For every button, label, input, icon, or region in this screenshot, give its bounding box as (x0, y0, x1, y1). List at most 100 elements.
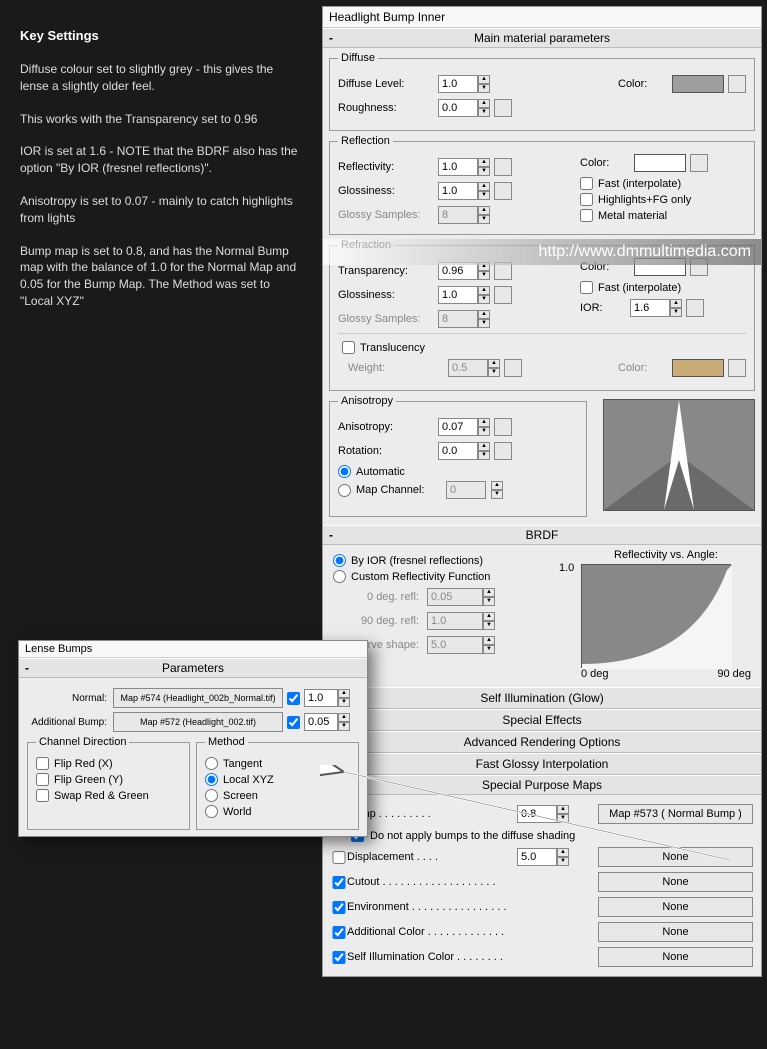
spin-down-icon[interactable]: ▼ (478, 215, 490, 224)
spin-up-icon[interactable]: ▲ (478, 262, 490, 271)
displacement-input[interactable] (517, 848, 557, 866)
method-screen-radio[interactable]: Screen (205, 789, 350, 802)
flip-red-check[interactable]: Flip Red (X) (36, 757, 181, 770)
spin-up-icon[interactable]: ▲ (488, 359, 500, 368)
transparency-input[interactable] (438, 262, 478, 280)
refl-gloss-spinner[interactable]: ▲▼ (438, 182, 490, 200)
radio-icon[interactable] (333, 554, 346, 567)
rollout-fast-glossy[interactable]: Fast Glossy Interpolation (323, 753, 761, 775)
rollout-special-purpose-maps[interactable]: - Special Purpose Maps (323, 775, 761, 795)
diffuse-level-input[interactable] (438, 75, 478, 93)
refl-color-map-btn[interactable] (690, 154, 708, 172)
refl-samples-input[interactable] (438, 206, 478, 224)
environment-map-button[interactable]: None (598, 897, 753, 917)
spin-up-icon[interactable]: ▲ (491, 481, 503, 490)
rotation-map-btn[interactable] (494, 442, 512, 460)
radio-icon[interactable] (205, 757, 218, 770)
spin-down-icon[interactable]: ▼ (478, 427, 490, 436)
spin-up-icon[interactable]: ▲ (338, 713, 350, 722)
spin-up-icon[interactable]: ▲ (478, 310, 490, 319)
refl-samples-spinner[interactable]: ▲▼ (438, 206, 490, 224)
rollout-special-effects[interactable]: Special Effects (323, 709, 761, 731)
translucency-check[interactable]: Translucency (342, 341, 746, 354)
curve-input[interactable] (427, 636, 483, 654)
spin-up-icon[interactable]: ▲ (483, 612, 495, 621)
spin-down-icon[interactable]: ▼ (478, 191, 490, 200)
addbump-val-spinner[interactable]: ▲▼ (304, 713, 350, 731)
radio-icon[interactable] (205, 805, 218, 818)
refl-gloss-input[interactable] (438, 182, 478, 200)
aniso-automatic-radio[interactable]: Automatic (338, 465, 578, 478)
spin-down-icon[interactable]: ▼ (478, 451, 490, 460)
ior-input[interactable] (630, 299, 670, 317)
environment-check[interactable] (331, 901, 347, 914)
fast-interpolate-check[interactable]: Fast (interpolate) (580, 177, 708, 190)
reflectivity-map-btn[interactable] (494, 158, 512, 176)
spin-down-icon[interactable]: ▼ (478, 108, 490, 117)
displacement-spinner[interactable]: ▲▼ (517, 848, 597, 866)
spin-up-icon[interactable]: ▲ (478, 418, 490, 427)
highlights-fg-check[interactable]: Highlights+FG only (580, 193, 708, 206)
spin-up-icon[interactable]: ▲ (557, 848, 569, 857)
ior-spinner[interactable]: ▲▼ (630, 299, 682, 317)
radio-icon[interactable] (333, 570, 346, 583)
brdf-by-ior-radio[interactable]: By IOR (fresnel reflections) (333, 554, 563, 567)
spin-up-icon[interactable]: ▲ (478, 99, 490, 108)
bump-spinner[interactable]: ▲▼ (517, 805, 597, 823)
spin-down-icon[interactable]: ▼ (557, 857, 569, 866)
spin-up-icon[interactable]: ▲ (478, 206, 490, 215)
brdf-custom-radio[interactable]: Custom Reflectivity Function (333, 570, 563, 583)
spin-down-icon[interactable]: ▼ (478, 84, 490, 93)
checkbox-icon[interactable] (36, 789, 49, 802)
bump-input[interactable] (517, 805, 557, 823)
aniso-mapchannel-radio[interactable]: Map Channel: ▲▼ (338, 481, 578, 499)
transparency-spinner[interactable]: ▲▼ (438, 262, 490, 280)
refr-color-swatch[interactable] (634, 258, 686, 276)
diffuse-color-map-btn[interactable] (728, 75, 746, 93)
flip-green-check[interactable]: Flip Green (Y) (36, 773, 181, 786)
checkbox-icon[interactable] (580, 177, 593, 190)
spin-down-icon[interactable]: ▼ (483, 597, 495, 606)
weight-map-btn[interactable] (504, 359, 522, 377)
spin-down-icon[interactable]: ▼ (491, 490, 503, 499)
diffuse-color-swatch[interactable] (672, 75, 724, 93)
displacement-check[interactable] (331, 851, 347, 864)
metal-material-check[interactable]: Metal material (580, 209, 708, 222)
rotation-input[interactable] (438, 442, 478, 460)
selfillum-color-check[interactable] (331, 951, 347, 964)
checkbox-icon[interactable] (342, 341, 355, 354)
spin-down-icon[interactable]: ▼ (483, 645, 495, 654)
selfillum-map-button[interactable]: None (598, 947, 753, 967)
spin-down-icon[interactable]: ▼ (488, 368, 500, 377)
aniso-input[interactable] (438, 418, 478, 436)
displacement-map-button[interactable]: None (598, 847, 753, 867)
deg90-input[interactable] (427, 612, 483, 630)
spin-up-icon[interactable]: ▲ (338, 689, 350, 698)
weight-spinner[interactable]: ▲▼ (448, 359, 500, 377)
deg0-input[interactable] (427, 588, 483, 606)
normal-val-spinner[interactable]: ▲▼ (304, 689, 350, 707)
refr-samples-spinner[interactable]: ▲▼ (438, 310, 490, 328)
radio-icon[interactable] (338, 484, 351, 497)
spin-down-icon[interactable]: ▼ (483, 621, 495, 630)
cutout-map-button[interactable]: None (598, 872, 753, 892)
spin-down-icon[interactable]: ▼ (478, 295, 490, 304)
deg0-spinner[interactable]: ▲▼ (427, 588, 495, 606)
trans-color-swatch[interactable] (672, 359, 724, 377)
spin-up-icon[interactable]: ▲ (670, 299, 682, 308)
refl-color-swatch[interactable] (634, 154, 686, 172)
checkbox-icon[interactable] (580, 209, 593, 222)
spin-down-icon[interactable]: ▼ (557, 814, 569, 823)
roughness-map-btn[interactable] (494, 99, 512, 117)
spin-up-icon[interactable]: ▲ (478, 286, 490, 295)
cutout-check[interactable] (331, 876, 347, 889)
addcolor-check[interactable] (331, 926, 347, 939)
transparency-map-btn[interactable] (494, 262, 512, 280)
addbump-val-input[interactable] (304, 713, 338, 731)
normal-val-input[interactable] (304, 689, 338, 707)
deg90-spinner[interactable]: ▲▼ (427, 612, 495, 630)
rollout-self-illumination[interactable]: Self Illumination (Glow) (323, 687, 761, 709)
weight-input[interactable] (448, 359, 488, 377)
spin-up-icon[interactable]: ▲ (483, 636, 495, 645)
curve-spinner[interactable]: ▲▼ (427, 636, 495, 654)
